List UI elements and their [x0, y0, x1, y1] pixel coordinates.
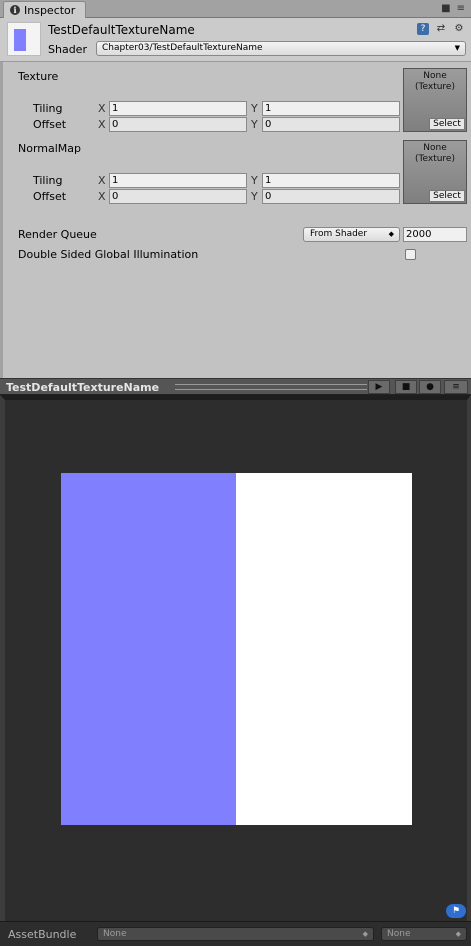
axis-y-label: Y — [251, 174, 258, 187]
tab-inspector[interactable]: i Inspector — [3, 1, 86, 18]
preset-icon[interactable]: ⇄ — [435, 23, 447, 35]
material-swatch — [14, 29, 26, 51]
axis-y-label: Y — [251, 102, 258, 115]
menu-icon[interactable]: ≡ — [444, 380, 468, 394]
normalmap-tiling-y-input[interactable]: 1 — [262, 173, 400, 188]
texture-tiling-x-input[interactable]: 1 — [109, 101, 247, 116]
axis-x-label: X — [98, 174, 106, 187]
normalmap-offset-x-input[interactable]: 0 — [109, 189, 247, 204]
axis-y-label: Y — [251, 190, 258, 203]
axis-x-label: X — [98, 102, 106, 115]
tab-bar: i Inspector ■ ≡ — [0, 0, 471, 18]
preview-header: TestDefaultTextureName ▶ ■ ● ≡ — [0, 378, 471, 395]
normalmap-offset-label: Offset — [33, 190, 67, 203]
lock-icon[interactable]: ■ — [441, 3, 450, 14]
shader-dropdown[interactable]: Chapter03/TestDefaultTextureName ▼ — [96, 41, 466, 56]
preview-quad-right — [236, 473, 412, 825]
shader-value: Chapter03/TestDefaultTextureName — [102, 43, 263, 53]
preview-mesh-icon[interactable]: ■ — [395, 380, 417, 394]
normalmap-tiling-label: Tiling — [33, 174, 63, 187]
texture-offset-x-input[interactable]: 0 — [109, 117, 247, 132]
render-queue-dropdown[interactable]: From Shader ◆ — [303, 227, 400, 242]
lights-icon[interactable]: ● — [419, 380, 441, 394]
chevron-updown-icon: ◆ — [388, 230, 394, 238]
preview-title: TestDefaultTextureName — [6, 381, 160, 394]
chevron-updown-icon: ◆ — [362, 930, 368, 938]
normalmap-slot[interactable]: None (Texture) Select — [403, 140, 467, 204]
normalmap-tiling-x-input[interactable]: 1 — [109, 173, 247, 188]
texture-offset-y-input[interactable]: 0 — [262, 117, 400, 132]
texture-slot[interactable]: None (Texture) Select — [403, 68, 467, 132]
material-thumbnail — [7, 22, 41, 56]
info-icon: i — [10, 5, 20, 15]
material-properties: Texture Tiling X 1 Y 1 Offset X 0 Y 0 No… — [0, 62, 471, 378]
chevron-down-icon: ▼ — [454, 44, 460, 52]
tag-icon[interactable]: ⚑ — [446, 904, 466, 918]
material-name: TestDefaultTextureName — [48, 23, 195, 37]
axis-y-label: Y — [251, 118, 258, 131]
double-sided-gi-label: Double Sided Global Illumination — [18, 248, 199, 261]
texture-slot-text: None (Texture) — [415, 71, 455, 92]
axis-x-label: X — [98, 190, 106, 203]
gear-icon[interactable]: ⚙ — [453, 23, 465, 35]
double-sided-gi-checkbox[interactable] — [405, 249, 416, 260]
texture-select-button[interactable]: Select — [429, 118, 465, 130]
render-queue-mode: From Shader — [310, 229, 368, 239]
header-icons: ? ⇄ ⚙ — [417, 23, 465, 35]
normalmap-slot-text: None (Texture) — [415, 143, 455, 164]
asset-bundle-variant-value: None — [387, 929, 411, 939]
window-controls: ■ ≡ — [441, 3, 465, 14]
help-icon[interactable]: ? — [417, 23, 429, 35]
axis-x-label: X — [98, 118, 106, 131]
texture-offset-label: Offset — [33, 118, 67, 131]
play-icon[interactable]: ▶ — [368, 380, 390, 394]
asset-bundle-dropdown[interactable]: None ◆ — [97, 927, 374, 941]
texture-tiling-label: Tiling — [33, 102, 63, 115]
shader-label: Shader — [48, 43, 87, 56]
render-queue-input[interactable]: 2000 — [403, 227, 467, 242]
render-queue-label: Render Queue — [18, 228, 97, 241]
material-header: TestDefaultTextureName Shader Chapter03/… — [0, 18, 471, 62]
tab-label: Inspector — [24, 3, 76, 17]
chevron-updown-icon: ◆ — [455, 930, 461, 938]
asset-bundle-variant-dropdown[interactable]: None ◆ — [381, 927, 467, 941]
normalmap-select-button[interactable]: Select — [429, 190, 465, 202]
menu-icon[interactable]: ≡ — [457, 3, 465, 14]
texture-tiling-y-input[interactable]: 1 — [262, 101, 400, 116]
normalmap-label: NormalMap — [18, 142, 82, 155]
resize-grip[interactable] — [175, 384, 367, 390]
texture-label: Texture — [18, 70, 59, 83]
asset-bundle-value: None — [103, 929, 127, 939]
asset-bundle-bar: AssetBundle None ◆ None ◆ — [0, 921, 471, 946]
preview-quad-left — [61, 473, 236, 825]
asset-bundle-label: AssetBundle — [8, 928, 77, 941]
normalmap-offset-y-input[interactable]: 0 — [262, 189, 400, 204]
